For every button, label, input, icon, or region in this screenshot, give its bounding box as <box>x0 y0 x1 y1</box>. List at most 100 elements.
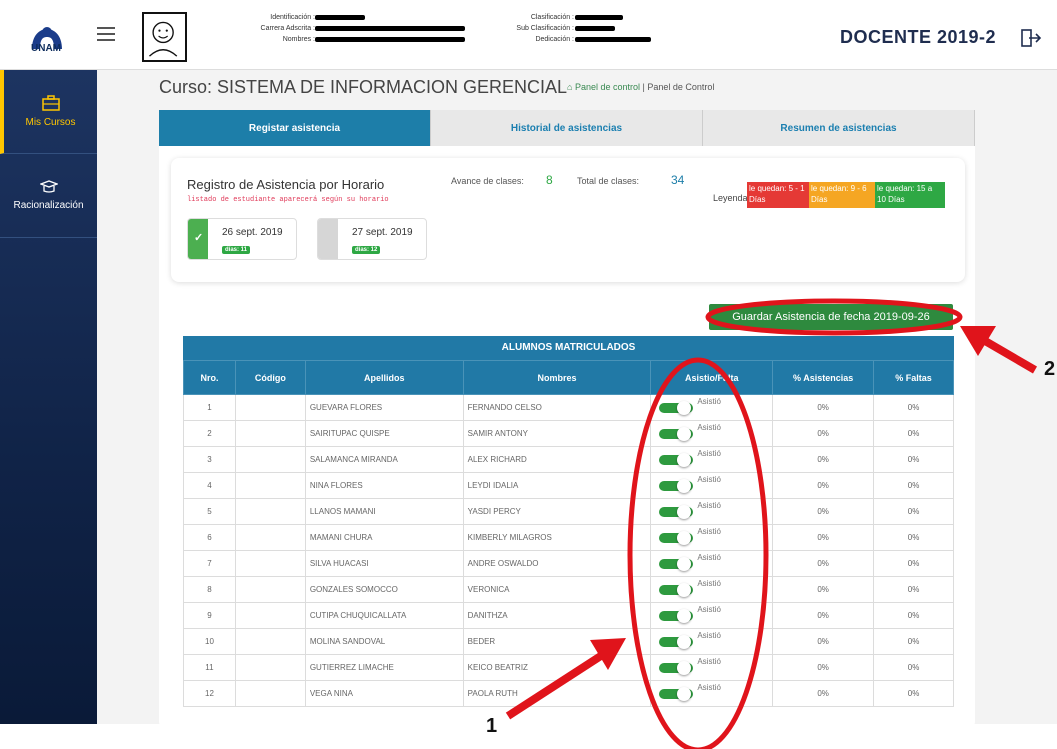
cell-nro: 4 <box>183 472 236 499</box>
registro-card: Registro de Asistencia por Horario lista… <box>171 158 965 282</box>
cell-pct-faltas: 0% <box>873 524 954 551</box>
cell-pct-faltas: 0% <box>873 498 954 525</box>
cell-pct-faltas: 0% <box>873 472 954 499</box>
attendance-toggle[interactable] <box>659 426 694 441</box>
cell-pct-faltas: 0% <box>873 628 954 655</box>
sidebar-item-label: Racionalización <box>13 200 84 211</box>
table-row: 12 VEGA NINA PAOLA RUTH Asistió 0% 0% <box>183 680 954 707</box>
cell-codigo <box>234 472 306 499</box>
table-header-row: Nro. Código Apellidos Nombres Asistio/Fa… <box>183 360 954 395</box>
attendance-toggle[interactable] <box>659 556 694 571</box>
user-info-left: Identificación : Carrera Adscrita : Nomb… <box>210 12 315 45</box>
cell-apellidos: CUTIPA CHUQUICALLATA <box>304 602 464 629</box>
cell-codigo <box>234 576 306 603</box>
cell-asistio: Asistió <box>650 550 774 577</box>
attendance-toggle[interactable] <box>659 634 694 649</box>
cell-apellidos: LLANOS MAMANI <box>304 498 464 525</box>
cell-apellidos: VEGA NINA <box>304 680 464 707</box>
cell-apellidos: MOLINA SANDOVAL <box>304 628 464 655</box>
cell-nombres: YASDI PERCY <box>462 498 652 525</box>
cell-codigo <box>234 446 306 473</box>
role-title: DOCENTE 2019-2 <box>840 27 997 47</box>
cell-nombres: PAOLA RUTH <box>462 680 652 707</box>
sidebar-item-mis-cursos[interactable]: Mis Cursos <box>0 70 97 154</box>
breadcrumb-link[interactable]: Panel de control <box>575 82 640 92</box>
logout-icon[interactable] <box>1020 28 1042 48</box>
sidebar-item-racionalizacion[interactable]: Racionalización <box>0 154 97 238</box>
cell-asistio: Asistió <box>650 576 774 603</box>
date-card-1[interactable]: ✓ 26 sept. 2019 días: 11 <box>187 218 297 260</box>
cell-codigo <box>234 550 306 577</box>
attendance-toggle[interactable] <box>659 478 694 493</box>
cell-pct-asistencias: 0% <box>772 524 875 551</box>
info-carrera: Carrera Adscrita : <box>260 25 315 32</box>
redacted-text <box>575 37 651 42</box>
cell-pct-asistencias: 0% <box>772 446 875 473</box>
attendance-status-label: Asistió <box>697 422 721 432</box>
date-text: 26 sept. 2019 <box>222 227 283 238</box>
cell-apellidos: GONZALES SOMOCCO <box>304 576 464 603</box>
menu-icon[interactable] <box>97 27 115 41</box>
tab-panel: Registro de Asistencia por Horario lista… <box>159 146 975 724</box>
redacted-text <box>575 26 615 31</box>
cell-pct-asistencias: 0% <box>772 654 875 681</box>
table-row: 11 GUTIERREZ LIMACHE KEICO BEATRIZ Asistió 0… <box>183 654 954 681</box>
save-attendance-button[interactable]: Guardar Asistencia de fecha 2019-09-26 <box>709 304 953 330</box>
students-table: ALUMNOS MATRICULADOS Nro. Código Apellid… <box>183 336 954 707</box>
leyenda-red: le quedan: 5 - 1 Días <box>747 182 809 208</box>
cell-pct-faltas: 0% <box>873 680 954 707</box>
table-row: 9 CUTIPA CHUQUICALLATA DANITHZA Asistió 0% 0% <box>183 602 954 629</box>
table-row: 4 NINA FLORES LEYDI IDALIA Asistió 0% 0% <box>183 472 954 499</box>
cell-pct-asistencias: 0% <box>772 602 875 629</box>
date-card-2[interactable]: 27 sept. 2019 días: 12 <box>317 218 427 260</box>
cell-asistio: Asistió <box>650 628 774 655</box>
cell-apellidos: GUTIERREZ LIMACHE <box>304 654 464 681</box>
logo-text: UNAM <box>31 43 61 54</box>
cell-nombres: VERONICA <box>462 576 652 603</box>
cell-nro: 12 <box>183 680 236 707</box>
cell-codigo <box>234 524 306 551</box>
attendance-status-label: Asistió <box>697 396 721 406</box>
home-icon: ⌂ <box>567 82 575 92</box>
avance-value: 8 <box>546 173 553 187</box>
registro-subtitle: listado de estudiante aparecerá según su… <box>187 196 389 204</box>
date-badge: días: 12 <box>352 246 381 254</box>
attendance-status-label: Asistió <box>697 682 721 692</box>
date-color-bar <box>318 219 338 259</box>
cell-nro: 1 <box>183 394 236 421</box>
total-value: 34 <box>671 173 685 187</box>
redacted-text <box>315 26 465 31</box>
cell-asistio: Asistió <box>650 498 774 525</box>
attendance-toggle[interactable] <box>659 400 694 415</box>
cell-pct-asistencias: 0% <box>772 576 875 603</box>
briefcase-icon <box>41 95 60 111</box>
cell-nombres: LEYDI IDALIA <box>462 472 652 499</box>
cell-nombres: ALEX RICHARD <box>462 446 652 473</box>
attendance-toggle[interactable] <box>659 608 694 623</box>
cell-nombres: ANDRE OSWALDO <box>462 550 652 577</box>
cell-asistio: Asistió <box>650 680 774 707</box>
attendance-toggle[interactable] <box>659 582 694 597</box>
cell-apellidos: SALAMANCA MIRANDA <box>304 446 464 473</box>
attendance-toggle[interactable] <box>659 660 694 675</box>
cell-apellidos: MAMANI CHURA <box>304 524 464 551</box>
cell-nombres: DANITHZA <box>462 602 652 629</box>
cell-pct-faltas: 0% <box>873 446 954 473</box>
tab-historial-asistencias[interactable]: Historial de asistencias <box>431 110 703 146</box>
cell-asistio: Asistió <box>650 472 774 499</box>
attendance-toggle[interactable] <box>659 686 694 701</box>
col-header-codigo: Código <box>234 360 306 395</box>
main-content: Curso: SISTEMA DE INFORMACION GERENCIAL … <box>97 70 1057 724</box>
cell-pct-faltas: 0% <box>873 420 954 447</box>
cell-pct-faltas: 0% <box>873 394 954 421</box>
attendance-toggle[interactable] <box>659 452 694 467</box>
attendance-toggle[interactable] <box>659 530 694 545</box>
table-caption: ALUMNOS MATRICULADOS <box>183 336 954 360</box>
attendance-status-label: Asistió <box>697 578 721 588</box>
leyenda-green: le quedan: 15 a 10 Días <box>875 182 945 208</box>
cell-codigo <box>234 394 306 421</box>
attendance-toggle[interactable] <box>659 504 694 519</box>
info-nombres: Nombres : <box>282 36 315 43</box>
tab-registrar-asistencia[interactable]: Registar asistencia <box>159 110 431 146</box>
tab-resumen-asistencias[interactable]: Resumen de asistencias <box>703 110 975 146</box>
